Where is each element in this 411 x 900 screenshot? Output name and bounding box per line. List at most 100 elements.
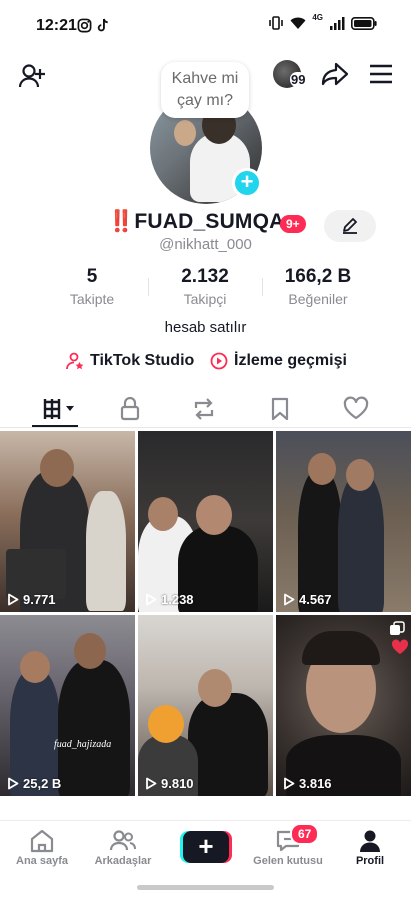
share-icon[interactable] (321, 61, 349, 87)
bio-text: hesab satılır (164, 319, 247, 336)
stat-likes-value: 166,2 B (284, 266, 352, 287)
video-thumbnail[interactable]: 9.810 (138, 615, 273, 796)
bookmark-icon (271, 397, 289, 421)
stat-following-label: Takipte (69, 291, 115, 307)
name-prefix: ‼️ (108, 210, 135, 233)
profile-links: TikTok Studio İzleme geçmişi (0, 352, 411, 376)
display-name-text: FUAD_SUMQA... (134, 210, 303, 233)
status-time: 12:21 (36, 17, 77, 34)
thumb-face (196, 495, 232, 535)
instagram-icon (77, 18, 92, 33)
multi-photo-icon (390, 621, 405, 635)
video-thumbnail[interactable]: 9.771 (0, 431, 135, 612)
studio-icon (66, 352, 84, 370)
video-thumbnail[interactable]: 1.238 (138, 431, 273, 612)
tab-private[interactable] (118, 396, 142, 427)
stat-followers-label: Takipçi (183, 291, 227, 307)
inbox-badge: 67 (290, 823, 320, 845)
tab-favorites[interactable] (269, 396, 291, 427)
play-circle-icon (210, 352, 228, 370)
stat-followers[interactable]: 2.132 Takipçi (162, 266, 248, 307)
network-type: 4G (312, 12, 323, 22)
video-views: 4.567 (283, 592, 332, 607)
video-thumbnail[interactable]: fuad_hajizada 25,2 B (0, 615, 135, 796)
nav-profile-label: Profil (355, 855, 385, 867)
display-name[interactable]: ‼️FUAD_SUMQA... (108, 210, 303, 234)
stat-likes-label: Beğeniler (288, 291, 348, 307)
profile-stats: 5 Takipte 2.132 Takipçi 166,2 B Beğenile… (0, 266, 411, 310)
status-left-icons (77, 18, 110, 33)
friends-avatar-button[interactable]: 99 (273, 60, 307, 88)
play-icon (146, 777, 157, 790)
notification-badge[interactable]: 9+ (280, 215, 306, 233)
thumb-face (148, 497, 178, 531)
thumb-figure (338, 475, 384, 612)
add-friend-button[interactable] (18, 62, 46, 95)
add-user-icon (18, 64, 45, 88)
tab-liked[interactable] (343, 396, 369, 427)
stat-divider (262, 278, 263, 296)
tiktok-studio-label: TikTok Studio (90, 352, 195, 369)
nav-inbox-label: Gelen kutusu (253, 855, 323, 867)
video-views-count: 9.771 (23, 592, 56, 607)
video-views: 25,2 B (7, 776, 61, 791)
thumb-face (74, 633, 106, 669)
tiktok-icon (97, 18, 108, 32)
video-views-count: 1.238 (161, 592, 194, 607)
bottom-navigation: Ana sayfa Arkadaşlar + Gelen kutusu 67 P… (0, 820, 411, 880)
video-views: 3.816 (283, 776, 332, 791)
tiktok-studio-link[interactable]: TikTok Studio (66, 352, 194, 370)
profile-icon (360, 830, 380, 852)
vibrate-icon (269, 16, 284, 30)
play-icon (8, 593, 19, 606)
add-story-button[interactable]: + (232, 168, 262, 198)
friends-count: 99 (290, 72, 307, 87)
lock-icon (120, 396, 140, 421)
thumb-figure (86, 491, 126, 611)
heart-sticker-icon (391, 639, 409, 654)
active-tab-indicator (32, 425, 78, 427)
stat-likes[interactable]: 166,2 B Beğeniler (272, 266, 364, 307)
videos-grid-icon (43, 399, 74, 419)
video-views-count: 9.810 (161, 776, 194, 791)
content-tabs (0, 392, 411, 428)
thumb-face (40, 449, 74, 487)
home-icon (30, 829, 54, 853)
play-icon (8, 777, 19, 790)
plus-icon: + (183, 831, 229, 863)
nav-friends[interactable]: Arkadaşlar (83, 827, 163, 867)
note-bubble[interactable]: Kahve mi çay mı? (161, 62, 249, 118)
repost-icon (194, 398, 214, 420)
username-handle: @nikhatt_000 (159, 236, 252, 253)
pencil-icon (343, 218, 357, 234)
nav-home[interactable]: Ana sayfa (2, 827, 82, 867)
watch-history-link[interactable]: İzleme geçmişi (210, 352, 347, 370)
play-icon (146, 593, 157, 606)
video-views: 9.810 (145, 776, 194, 791)
video-thumbnail[interactable]: 3.816 (276, 615, 411, 796)
signal-icon (330, 16, 345, 30)
nav-profile[interactable]: Profil (330, 827, 410, 867)
video-views-count: 3.816 (299, 776, 332, 791)
thumb-hair (302, 631, 380, 665)
status-bar: 12:21 4G (0, 0, 411, 52)
create-button[interactable]: + (180, 831, 232, 863)
thumb-figure (188, 693, 268, 796)
lion-emoji-sticker (148, 705, 184, 743)
tab-reposts[interactable] (191, 396, 217, 427)
thumb-face (346, 459, 374, 491)
menu-icon[interactable] (369, 64, 393, 84)
thumb-face (20, 651, 50, 683)
stat-following-value: 5 (86, 266, 98, 287)
video-views-count: 25,2 B (23, 776, 62, 791)
watermark-caption: fuad_hajizada (54, 739, 112, 750)
status-right-icons: 4G (268, 12, 377, 30)
video-thumbnail[interactable]: 4.567 (276, 431, 411, 612)
home-indicator[interactable] (137, 885, 274, 890)
video-views: 9.771 (7, 592, 56, 607)
play-icon (284, 777, 295, 790)
video-views-count: 4.567 (299, 592, 332, 607)
tab-videos[interactable] (42, 396, 78, 427)
stat-following[interactable]: 5 Takipte (52, 266, 132, 307)
battery-icon (351, 16, 377, 30)
